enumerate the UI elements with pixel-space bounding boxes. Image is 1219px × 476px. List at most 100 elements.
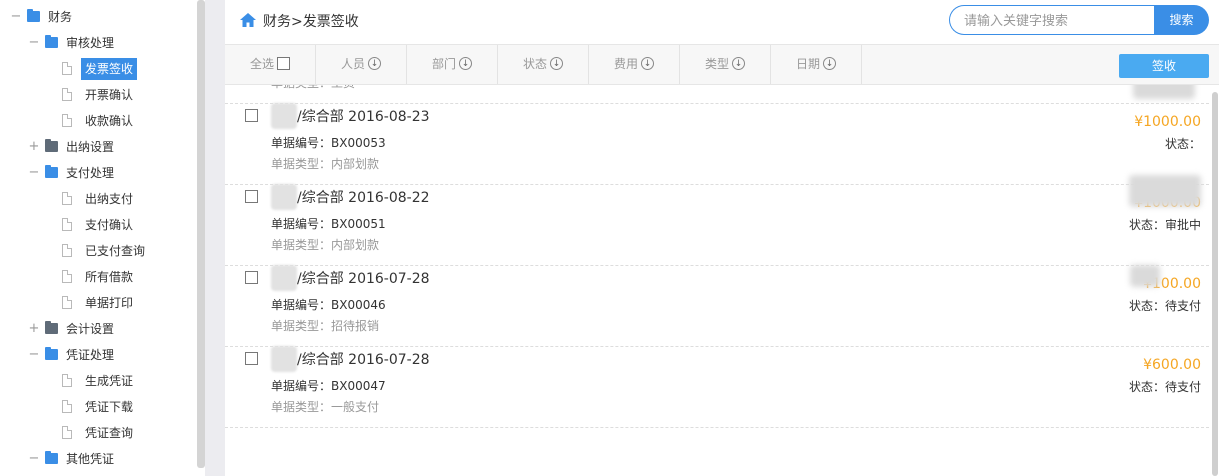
record-checkbox[interactable] <box>245 109 258 122</box>
tree-item[interactable]: 凭证查询 <box>0 422 190 444</box>
sort-down-icon[interactable] <box>550 45 563 84</box>
privacy-blur <box>1129 175 1201 207</box>
tree-item-label: 审核处理 <box>66 36 115 50</box>
filter-label: 费用 <box>613 57 638 71</box>
bill-type: 单据类型：工资 <box>271 85 355 91</box>
bill-number: 单据编号：BX00046 <box>271 298 386 312</box>
filter-column[interactable]: 日期 <box>771 45 862 84</box>
collapse-icon[interactable]: − <box>28 32 40 54</box>
splitter <box>205 0 225 476</box>
tree-item[interactable]: 已支付查询 <box>0 240 190 262</box>
list-scrollbar[interactable] <box>1212 92 1218 476</box>
file-icon <box>62 400 72 413</box>
search-input[interactable] <box>962 7 1156 35</box>
folder-icon <box>45 347 58 360</box>
record-item[interactable]: /综合部 2016-08-23 单据编号：BX00053 单据类型：内部划款 ¥… <box>225 103 1209 185</box>
file-icon <box>62 192 72 205</box>
filter-column[interactable]: 部门 <box>407 45 498 84</box>
collapse-icon[interactable]: − <box>28 448 40 470</box>
folder-icon <box>45 165 58 178</box>
tree-item-label: 单据打印 <box>85 296 134 310</box>
select-all-checkbox[interactable] <box>277 57 290 70</box>
filter-label: 类型 <box>704 57 729 71</box>
bill-type: 单据类型：招待报销 <box>271 319 380 333</box>
search-box <box>949 5 1156 35</box>
avatar <box>271 103 297 129</box>
tree-item[interactable]: 出纳支付 <box>0 188 190 210</box>
sort-down-icon[interactable] <box>732 45 745 84</box>
record-title: /综合部 2016-07-28 <box>297 271 430 287</box>
avatar <box>271 184 297 210</box>
bill-number: 单据编号：BX00051 <box>271 217 386 231</box>
folder-icon <box>45 35 58 48</box>
tree-scrollbar[interactable] <box>197 0 205 468</box>
tree-item-label: 支付确认 <box>85 218 134 232</box>
privacy-blur <box>1130 265 1160 287</box>
file-icon <box>62 88 72 101</box>
tree-item-label: 会计设置 <box>66 322 115 336</box>
tree-item[interactable]: + 会计设置 <box>0 318 190 340</box>
filter-column[interactable]: 状态 <box>498 45 589 84</box>
tree-item-label: 出纳支付 <box>85 192 134 206</box>
tree-item[interactable]: 开票确认 <box>0 84 190 106</box>
folder-icon <box>45 139 58 152</box>
filter-label: 状态 <box>522 57 547 71</box>
collapse-icon[interactable]: − <box>28 162 40 184</box>
filter-column[interactable]: 费用 <box>589 45 680 84</box>
folder-icon <box>45 451 58 464</box>
sort-down-icon[interactable] <box>823 45 836 84</box>
sign-button[interactable]: 签收 <box>1119 54 1209 78</box>
file-icon <box>62 114 72 127</box>
home-icon[interactable] <box>239 12 257 28</box>
record-title: /综合部 2016-07-28 <box>297 352 430 368</box>
tree-item-label: 生成凭证 <box>85 374 134 388</box>
breadcrumb: 财务>发票签收 <box>263 14 359 30</box>
record-item[interactable]: /综合部 2016-08-22 单据编号：BX00051 单据类型：内部划款 ¥… <box>225 184 1209 266</box>
filter-column[interactable]: 人员 <box>316 45 407 84</box>
collapse-icon[interactable]: − <box>10 6 22 28</box>
status-text: 状态：待支付 <box>1128 380 1201 394</box>
collapse-icon[interactable]: − <box>28 344 40 366</box>
privacy-blur <box>1133 85 1195 99</box>
tree-item[interactable]: + 出纳设置 <box>0 136 190 158</box>
expand-icon[interactable]: + <box>28 318 40 340</box>
file-icon <box>62 218 72 231</box>
tree-item[interactable]: − 财务 <box>0 6 190 28</box>
file-icon <box>62 244 72 257</box>
file-icon <box>62 296 72 309</box>
bill-number: 单据编号：BX00047 <box>271 379 386 393</box>
tree-item[interactable]: − 支付处理 <box>0 162 190 184</box>
record-item[interactable]: /综合部 2016-08-24 单据编号：BX00054 单据类型：工资 ¥10… <box>225 85 1209 104</box>
tree-item[interactable]: − 审核处理 <box>0 32 190 54</box>
select-all[interactable]: 全选 <box>225 45 316 84</box>
tree-item[interactable]: 发票签收 <box>0 58 190 80</box>
tree-item[interactable]: 支付确认 <box>0 214 190 236</box>
sort-down-icon[interactable] <box>641 45 654 84</box>
bill-number: 单据编号：BX00053 <box>271 136 386 150</box>
bill-type: 单据类型：内部划款 <box>271 157 380 171</box>
tree-item[interactable]: 所有借款 <box>0 266 190 288</box>
tree-item[interactable]: 单据打印 <box>0 292 190 314</box>
record-checkbox[interactable] <box>245 190 258 203</box>
tree-item[interactable]: 凭证下载 <box>0 396 190 418</box>
filter-label: 人员 <box>340 57 365 71</box>
record-item[interactable]: /综合部 2016-07-28 单据编号：BX00046 单据类型：招待报销 ¥… <box>225 265 1209 347</box>
sort-down-icon[interactable] <box>459 45 472 84</box>
filter-column[interactable]: 类型 <box>680 45 771 84</box>
record-checkbox[interactable] <box>245 352 258 365</box>
record-checkbox[interactable] <box>245 271 258 284</box>
file-icon <box>62 374 72 387</box>
record-title: /综合部 2016-08-23 <box>297 109 430 125</box>
tree-item[interactable]: − 其他凭证 <box>0 448 190 470</box>
search-button[interactable]: 搜索 <box>1154 5 1209 35</box>
sort-down-icon[interactable] <box>368 45 381 84</box>
tree-item[interactable]: − 凭证处理 <box>0 344 190 366</box>
filter-bar: 全选 人员 部门 状态 费用 类型 日期 <box>225 44 1219 85</box>
bill-type: 单据类型：一般支付 <box>271 400 380 414</box>
record-list: /综合部 2016-08-24 单据编号：BX00054 单据类型：工资 ¥10… <box>225 85 1219 476</box>
file-icon <box>62 426 72 439</box>
record-item[interactable]: /综合部 2016-07-28 单据编号：BX00047 单据类型：一般支付 ¥… <box>225 346 1209 428</box>
tree-item[interactable]: 收款确认 <box>0 110 190 132</box>
tree-item[interactable]: 生成凭证 <box>0 370 190 392</box>
expand-icon[interactable]: + <box>28 136 40 158</box>
